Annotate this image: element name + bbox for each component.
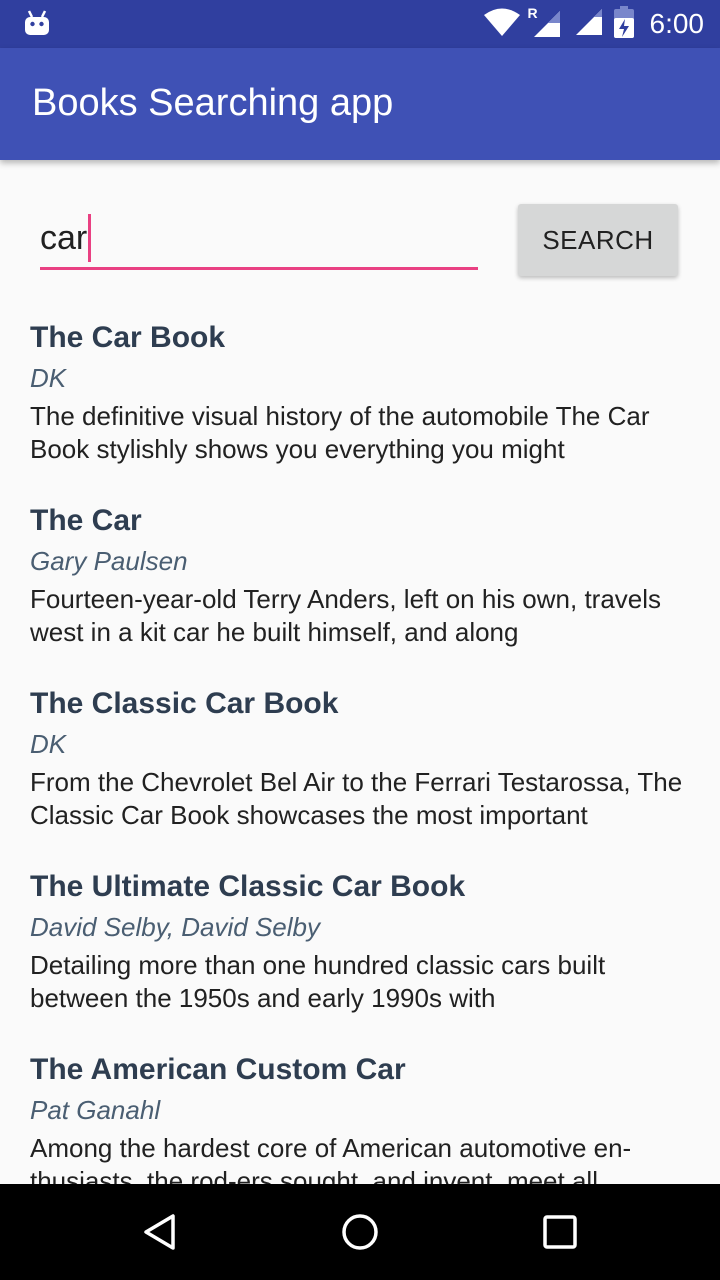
status-bar: R 6:00 [0,0,720,48]
text-cursor [88,214,91,262]
search-input-value: car [40,219,88,257]
book-title: The Ultimate Classic Car Book [30,870,466,903]
book-description: Among the hardest core of American autom… [30,1133,632,1184]
back-icon[interactable] [128,1200,192,1264]
app-title: Books Searching app [32,82,394,124]
list-item[interactable]: The American Custom Car Pat Ganahl Among… [30,1050,700,1184]
book-author: David Selby, David Selby [30,912,320,942]
wifi-icon [483,8,520,41]
signal-roaming-icon: R [528,5,562,39]
book-description: Detailing more than one hundred classic … [30,950,606,1013]
search-input[interactable]: car [40,208,478,270]
book-description: From the Chevrolet Bel Air to the Ferrar… [30,767,683,830]
list-item[interactable]: The Car Gary Paulsen Fourteen-year-old T… [30,501,700,649]
list-item[interactable]: The Classic Car Book DK From the Chevrol… [30,684,700,832]
book-list[interactable]: The Car Book DK The definitive visual hi… [0,318,720,1184]
recents-icon[interactable] [528,1200,592,1264]
book-title: The American Custom Car [30,1053,406,1086]
book-title: The Car [30,504,142,537]
book-author: DK [30,363,67,393]
book-author: DK [30,729,67,759]
book-description: The definitive visual history of the aut… [30,401,650,464]
book-author: Pat Ganahl [30,1095,161,1125]
android-icon [24,10,50,41]
list-item[interactable]: The Ultimate Classic Car Book David Selb… [30,867,700,1015]
navigation-bar [0,1184,720,1280]
book-description: Fourteen-year-old Terry Anders, left on … [30,584,662,647]
signal-icon [572,7,604,42]
book-author: Gary Paulsen [30,546,188,576]
app-bar: Books Searching app [0,48,720,160]
home-icon[interactable] [328,1200,392,1264]
battery-icon [613,5,634,43]
book-title: The Car Book [30,321,226,354]
status-time: 6:00 [649,8,705,39]
search-row: car SEARCH [0,160,720,290]
status-icons: R 6:00 [483,0,705,48]
book-title: The Classic Car Book [30,687,339,720]
roaming-label: R [527,5,538,21]
list-item[interactable]: The Car Book DK The definitive visual hi… [30,318,700,466]
screen: R 6:00 Books Searching app car SEARCH Th… [0,0,720,1280]
search-button[interactable]: SEARCH [518,204,678,276]
